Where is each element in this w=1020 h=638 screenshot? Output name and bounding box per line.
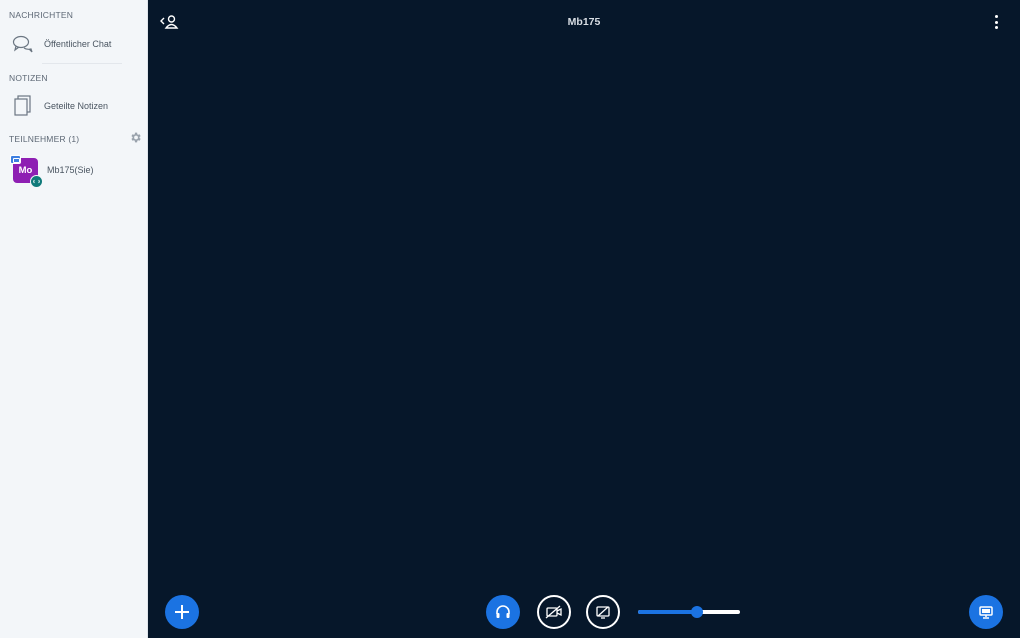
shared-notes-label: Geteilte Notizen xyxy=(44,101,109,111)
volume-fill xyxy=(638,610,698,614)
meeting-title: Mb175 xyxy=(567,16,601,28)
volume-slider[interactable] xyxy=(638,606,740,618)
chat-icon xyxy=(12,33,34,55)
screenshare-off-icon[interactable] xyxy=(586,595,620,629)
notes-icon xyxy=(12,95,34,117)
shared-notes-item[interactable]: Geteilte Notizen xyxy=(0,92,147,120)
gear-icon[interactable] xyxy=(129,131,142,144)
participants-section-title: TEILNEHMER (1) xyxy=(9,134,80,144)
main-presentation-area: Mb175 xyxy=(148,0,1020,638)
more-vertical-icon[interactable] xyxy=(991,14,1001,30)
public-chat-label: Öffentlicher Chat xyxy=(44,39,112,49)
audio-status-icon xyxy=(30,175,43,188)
presenter-badge-icon xyxy=(10,155,21,164)
plus-icon[interactable] xyxy=(165,595,199,629)
user-list-panel: NACHRICHTEN Öffentlicher Chat NOTIZEN Ge… xyxy=(0,0,148,638)
public-chat-item[interactable]: Öffentlicher Chat xyxy=(0,30,147,58)
messages-section-title: NACHRICHTEN xyxy=(9,10,74,20)
volume-handle[interactable] xyxy=(691,606,704,618)
camera-off-icon[interactable] xyxy=(537,595,571,629)
participant-name: Mb175(Sie) xyxy=(47,165,94,175)
notes-section-title: NOTIZEN xyxy=(9,73,48,83)
presentation-icon[interactable] xyxy=(969,595,1003,629)
participant-row[interactable]: Mo Mb175(Sie) xyxy=(0,155,147,188)
app-window: NACHRICHTEN Öffentlicher Chat NOTIZEN Ge… xyxy=(0,0,1020,638)
headphones-icon[interactable] xyxy=(486,595,520,629)
divider xyxy=(42,63,122,64)
